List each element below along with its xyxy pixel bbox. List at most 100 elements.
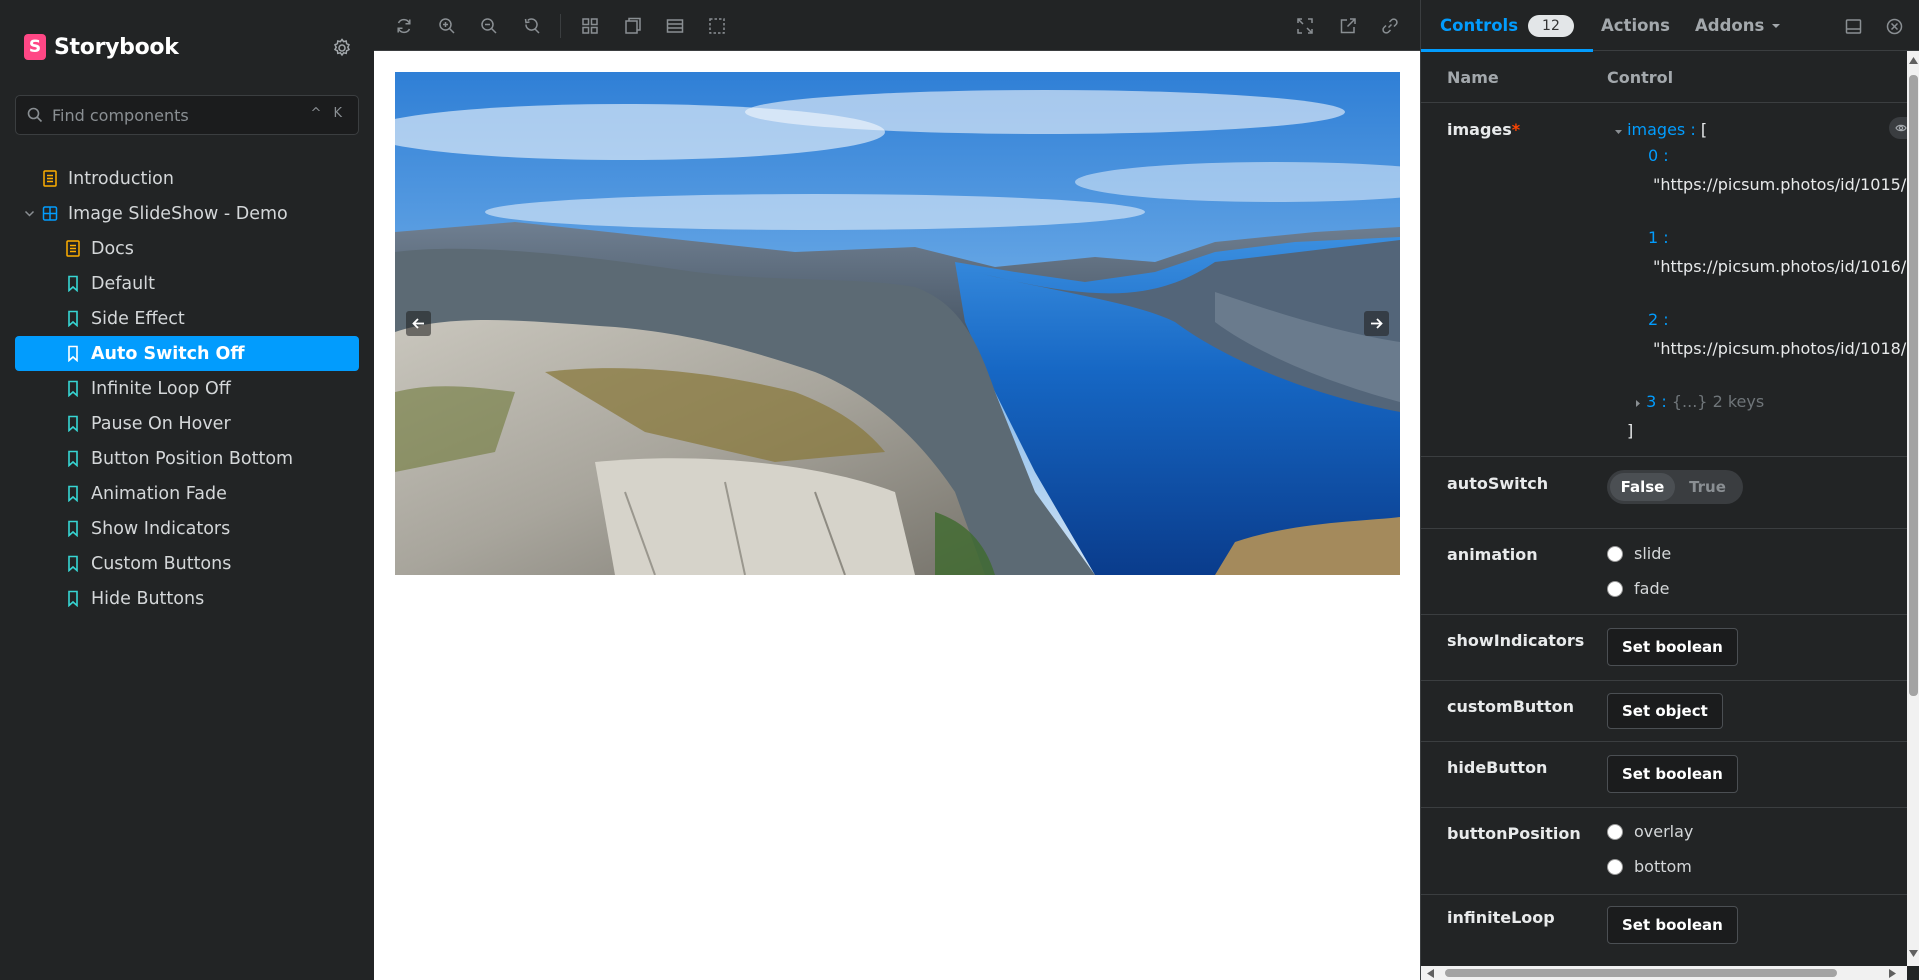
- json-value-0[interactable]: "https://picsum.photos/id/1015/60: [1653, 175, 1919, 194]
- prop-name: customButton: [1447, 697, 1574, 716]
- radio-circle[interactable]: [1607, 858, 1623, 875]
- sidebar-item-label: Pause On Hover: [91, 413, 231, 434]
- json-key: images: [1627, 120, 1686, 139]
- column-header-name: Name: [1447, 68, 1499, 87]
- sidebar-item-introduction[interactable]: Introduction: [15, 161, 359, 196]
- outline-icon[interactable]: [706, 15, 728, 37]
- json-collapsed-summary: {...} 2 keys: [1671, 392, 1765, 411]
- sidebar-item-label: Button Position Bottom: [91, 448, 294, 469]
- radio-circle[interactable]: [1607, 545, 1623, 562]
- json-index-2[interactable]: 2 :: [1648, 310, 1669, 329]
- scroll-right-icon[interactable]: [1889, 969, 1896, 978]
- toggle-true-option[interactable]: True: [1675, 473, 1740, 501]
- set-boolean-button[interactable]: Set boolean: [1607, 628, 1738, 666]
- vertical-scroll-thumb[interactable]: [1909, 75, 1918, 696]
- json-collapsed-3[interactable]: 3 : {...} 2 keys: [1635, 392, 1764, 411]
- sidebar-item-image-slideshow-demo[interactable]: Image SlideShow - Demo: [15, 196, 359, 231]
- open-new-tab-icon[interactable]: [1337, 15, 1359, 37]
- fullscreen-icon[interactable]: [1294, 15, 1316, 37]
- slide-prev-button[interactable]: [406, 311, 431, 336]
- set-boolean-button[interactable]: Set boolean: [1607, 906, 1738, 944]
- sidebar-item-button-position-bottom[interactable]: Button Position Bottom: [15, 441, 359, 476]
- radio-overlay[interactable]: overlay: [1607, 822, 1693, 841]
- grid-icon[interactable]: [579, 15, 601, 37]
- set-object-button[interactable]: Set object: [1607, 693, 1723, 729]
- search-icon: [27, 107, 43, 123]
- close-panel-icon[interactable]: [1883, 15, 1905, 37]
- zoom-out-icon[interactable]: [478, 15, 500, 37]
- horizontal-scroll-thumb[interactable]: [1445, 969, 1837, 977]
- sidebar-item-auto-switch-off[interactable]: Auto Switch Off: [15, 336, 359, 371]
- control-row-images: images * images : [ 0 : "https://picsum.p…: [1421, 103, 1919, 457]
- sidebar-item-hide-buttons[interactable]: Hide Buttons: [15, 581, 359, 616]
- prop-name: hideButton: [1447, 758, 1548, 777]
- slide-next-button[interactable]: [1364, 311, 1389, 336]
- settings-gear-icon[interactable]: [332, 38, 352, 58]
- sidebar-item-label: Docs: [91, 238, 134, 259]
- sidebar-item-label: Show Indicators: [91, 518, 231, 539]
- panel-orientation-icon[interactable]: [1842, 15, 1864, 37]
- sidebar-item-pause-on-hover[interactable]: Pause On Hover: [15, 406, 359, 441]
- json-value-1[interactable]: "https://picsum.photos/id/1016/60: [1653, 257, 1919, 276]
- json-colon: :: [1663, 228, 1669, 247]
- search-input[interactable]: [52, 105, 312, 125]
- bookmark-icon: [68, 450, 78, 467]
- component-icon: [42, 206, 58, 221]
- sidebar-item-animation-fade[interactable]: Animation Fade: [15, 476, 359, 511]
- prop-name: animation: [1447, 545, 1538, 564]
- required-marker: *: [1511, 120, 1521, 139]
- tab-addons[interactable]: Addons: [1695, 0, 1781, 51]
- set-boolean-button[interactable]: Set boolean: [1607, 755, 1738, 793]
- sidebar: S Storybook ^ K Introduction Image Slide…: [0, 0, 374, 980]
- tab-controls[interactable]: Controls 12: [1421, 0, 1593, 52]
- expand-toggle-icon[interactable]: [1635, 400, 1641, 407]
- control-row-custombutton: customButton Set object: [1421, 681, 1911, 742]
- scroll-left-icon[interactable]: [1427, 969, 1434, 978]
- control-row-buttonposition: buttonPosition overlay bottom: [1421, 808, 1911, 895]
- storybook-logo-icon: S: [24, 34, 46, 60]
- scroll-down-icon[interactable]: [1909, 950, 1918, 957]
- sidebar-item-label: Auto Switch Off: [91, 343, 245, 364]
- prop-name: showIndicators: [1447, 631, 1585, 650]
- autoswitch-toggle[interactable]: False True: [1607, 470, 1743, 504]
- json-value-2[interactable]: "https://picsum.photos/id/1018/60: [1653, 339, 1919, 358]
- json-index-1[interactable]: 1 :: [1648, 228, 1669, 247]
- json-colon: :: [1663, 310, 1669, 329]
- controls-table-header: Name Control: [1421, 51, 1911, 103]
- viewport-icon[interactable]: [664, 15, 686, 37]
- sidebar-item-custom-buttons[interactable]: Custom Buttons: [15, 546, 359, 581]
- scroll-up-icon[interactable]: [1909, 57, 1918, 64]
- copy-link-icon[interactable]: [1379, 15, 1401, 37]
- radio-fade[interactable]: fade: [1607, 579, 1669, 598]
- sidebar-item-label: Introduction: [68, 168, 174, 189]
- json-colon: :: [1661, 392, 1667, 411]
- sidebar-item-show-indicators[interactable]: Show Indicators: [15, 511, 359, 546]
- search-box[interactable]: ^ K: [15, 95, 359, 135]
- json-index-0[interactable]: 0 :: [1648, 146, 1669, 165]
- zoom-in-icon[interactable]: [436, 15, 458, 37]
- background-icon[interactable]: [622, 15, 644, 37]
- reload-icon[interactable]: [393, 15, 415, 37]
- radio-bottom[interactable]: bottom: [1607, 857, 1692, 876]
- sidebar-item-infinite-loop-off[interactable]: Infinite Loop Off: [15, 371, 359, 406]
- radio-circle[interactable]: [1607, 823, 1623, 840]
- radio-slide[interactable]: slide: [1607, 544, 1671, 563]
- collapse-toggle-icon[interactable]: [1615, 128, 1622, 135]
- tab-label: Actions: [1601, 16, 1670, 35]
- sidebar-item-docs[interactable]: Docs: [15, 231, 359, 266]
- json-bracket-close: ]: [1627, 421, 1634, 440]
- arrow-right-icon: [1371, 318, 1383, 329]
- horizontal-scrollbar[interactable]: [1421, 966, 1907, 980]
- radio-circle[interactable]: [1607, 580, 1623, 597]
- sidebar-item-default[interactable]: Default: [15, 266, 359, 301]
- bookmark-icon: [68, 310, 78, 327]
- zoom-reset-icon[interactable]: [521, 15, 543, 37]
- eye-icon: [1895, 124, 1907, 132]
- toggle-false-option[interactable]: False: [1610, 473, 1675, 501]
- sidebar-item-side-effect[interactable]: Side Effect: [15, 301, 359, 336]
- tab-actions[interactable]: Actions: [1601, 0, 1670, 51]
- json-root[interactable]: images : [: [1615, 120, 1707, 139]
- vertical-scrollbar[interactable]: [1907, 51, 1919, 966]
- brand[interactable]: S Storybook: [24, 34, 179, 60]
- arrow-left-icon: [412, 318, 424, 329]
